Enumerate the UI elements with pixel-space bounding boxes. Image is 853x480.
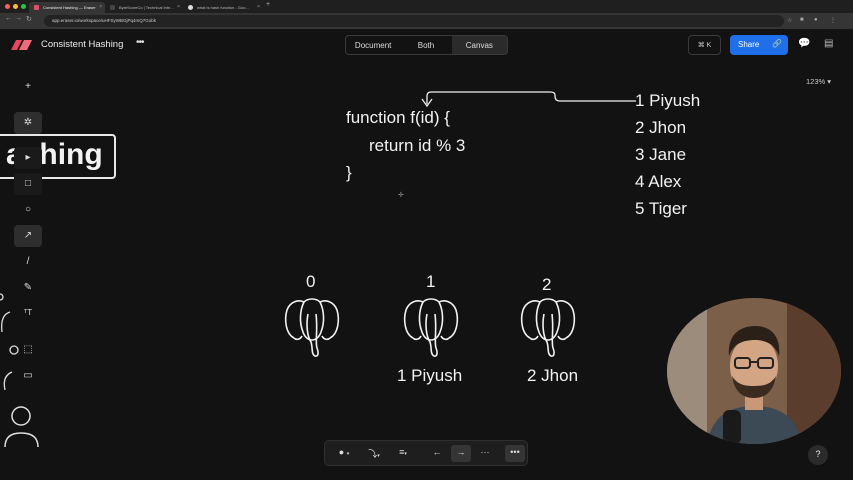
mapping-arrow[interactable] [415, 86, 645, 110]
user-item[interactable]: 4 Alex [635, 172, 681, 192]
command-palette-button[interactable]: ⌘ K [688, 35, 721, 55]
more-options-button[interactable]: ••• [136, 37, 144, 48]
dash-style-button[interactable]: ··· [475, 445, 495, 462]
site-favicon-icon [110, 5, 115, 10]
close-tab-icon[interactable]: × [257, 4, 260, 10]
eraser-favicon-icon [34, 5, 39, 10]
rectangle-tool-button[interactable]: □ [14, 173, 42, 195]
ellipse-tool-button[interactable]: ○ [14, 199, 42, 221]
arrow-tool-button[interactable]: ↗ [14, 225, 42, 247]
minimize-window-icon[interactable] [13, 4, 18, 9]
star-icon[interactable]: ☆ [787, 17, 792, 24]
browser-tab[interactable]: what is hash function - Goo... × [183, 2, 263, 13]
presenter-webcam-avatar [667, 298, 841, 444]
arrow-start-button[interactable]: ← [427, 445, 447, 462]
help-button[interactable]: ? [808, 445, 828, 465]
eraser-logo-icon[interactable] [11, 40, 32, 50]
user-item[interactable]: 5 Tiger [635, 199, 687, 219]
postgres-elephant-icon[interactable] [402, 296, 460, 358]
user-item[interactable]: 3 Jane [635, 145, 686, 165]
address-bar-row: ← → ↻ app.eraser.io/workspace/uHFSyWBGjP… [0, 13, 853, 29]
server-assigned-user[interactable]: 1 Piyush [397, 366, 462, 386]
forward-icon[interactable]: → [15, 15, 22, 22]
close-window-icon[interactable] [5, 4, 10, 9]
line-tool-button[interactable]: / [14, 251, 42, 273]
url-field[interactable]: app.eraser.io/workspace/uHFSyWBGjPq4mQ7G… [44, 15, 784, 27]
reload-icon[interactable]: ↻ [26, 15, 32, 23]
select-tool-button[interactable]: ▸ [14, 147, 42, 169]
cursor-crosshair-icon: ✛ [398, 192, 404, 199]
share-label: Share [738, 40, 760, 49]
browser-tab[interactable]: ByteScoreCo | Technical Inte... × [105, 2, 183, 13]
comment-icon[interactable]: 💬 [798, 38, 810, 49]
extensions-icon[interactable]: ■ [800, 17, 804, 23]
arrow-end-button[interactable]: → [451, 445, 471, 462]
user-item[interactable]: 2 Jhon [635, 118, 686, 138]
document-title[interactable]: Consistent Hashing [41, 39, 123, 50]
back-icon[interactable]: ← [5, 15, 12, 22]
close-tab-icon[interactable]: × [99, 4, 102, 10]
color-picker-button[interactable]: ● ▾ [333, 445, 355, 462]
view-mode-canvas[interactable]: Canvas [451, 36, 507, 54]
server-label[interactable]: 2 [542, 275, 551, 295]
maximize-window-icon[interactable] [21, 4, 26, 9]
browser-tab[interactable]: Consistent Hashing — Eraser × [29, 2, 105, 13]
profile-icon[interactable]: ● [814, 17, 818, 23]
google-favicon-icon [188, 5, 193, 10]
app-header: Consistent Hashing ••• Document Both Can… [0, 29, 853, 61]
server-label[interactable]: 1 [426, 272, 435, 292]
url-text: app.eraser.io/workspace/uHFSyWBGjPq4mQ7G… [52, 18, 157, 23]
postgres-elephant-icon[interactable] [519, 296, 577, 358]
ai-tool-button[interactable]: ✲ [14, 112, 42, 134]
zoom-level[interactable]: 123% ▾ [806, 77, 831, 86]
tab-title: what is hash function - Goo... [197, 5, 249, 10]
style-toolbar: ● ▾ ⤵▾ ≡▾ ← → ··· ••• [324, 440, 528, 466]
browser-tab-strip: Consistent Hashing — Eraser × ByteScoreC… [0, 0, 853, 13]
add-tool-button[interactable]: + [14, 76, 42, 98]
server-label[interactable]: 0 [306, 272, 315, 292]
more-style-options-button[interactable]: ••• [505, 445, 525, 462]
user-item[interactable]: 1 Piyush [635, 91, 700, 111]
new-tab-button[interactable]: + [266, 1, 270, 8]
sidebar-toggle-icon[interactable]: ▤ [824, 38, 833, 49]
postgres-elephant-icon[interactable] [283, 296, 341, 358]
canvas-partial-shapes[interactable] [0, 280, 45, 450]
view-mode-both[interactable]: Both [400, 36, 451, 54]
view-mode-document[interactable]: Document [346, 36, 400, 54]
browser-menu-icon[interactable]: ⋮ [830, 17, 836, 24]
close-tab-icon[interactable]: × [177, 4, 180, 10]
tab-title: Consistent Hashing — Eraser [43, 5, 96, 10]
tab-title: ByteScoreCo | Technical Inte... [119, 5, 174, 10]
stroke-width-button[interactable]: ≡▾ [392, 445, 414, 462]
server-assigned-user[interactable]: 2 Jhon [527, 366, 578, 386]
share-button[interactable]: Share 🔗 [730, 35, 788, 55]
link-icon: 🔗 [772, 39, 782, 48]
line-style-button[interactable]: ⤵▾ [363, 445, 385, 462]
code-line-2[interactable]: return id % 3 [369, 136, 465, 156]
code-line-1[interactable]: function f(id) { [346, 108, 450, 128]
view-mode-switcher: Document Both Canvas [345, 35, 508, 55]
code-line-3[interactable]: } [346, 163, 352, 183]
